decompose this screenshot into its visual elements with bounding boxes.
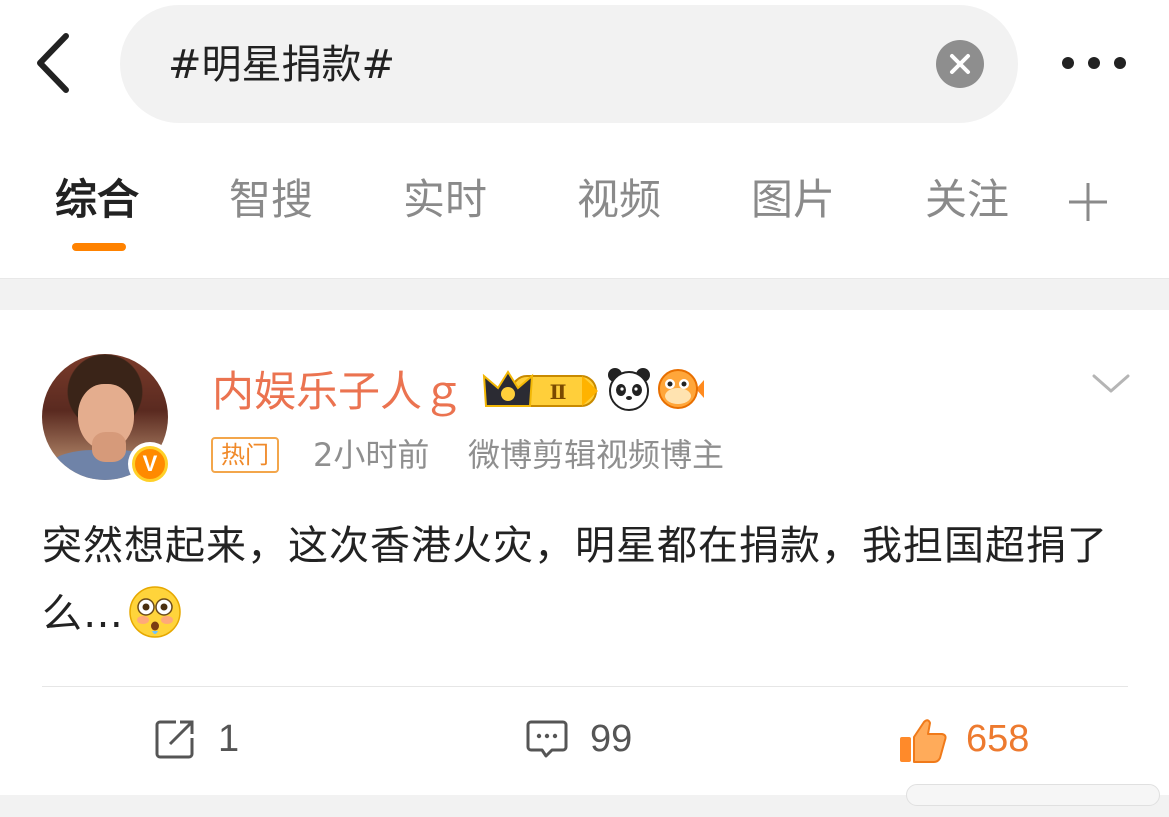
post-time: 2小时前 (313, 436, 430, 474)
scroll-indicator (906, 784, 1160, 806)
clear-search-button[interactable] (936, 40, 984, 88)
back-button[interactable] (28, 28, 80, 98)
more-dots-icon (1062, 57, 1126, 69)
thumbs-up-icon (900, 719, 947, 763)
avatar-hand-shape (92, 432, 126, 462)
comment-count: 99 (590, 718, 633, 760)
hot-tag: 热门 (211, 437, 279, 473)
search-tabs: 综合 智搜 实时 视频 图片 关注 (0, 150, 1169, 278)
clear-circle-icon (950, 54, 970, 74)
more-button[interactable] (1054, 40, 1134, 86)
chevron-left-icon (37, 33, 69, 93)
search-query[interactable]: #明星捐款# (168, 37, 395, 93)
crown-level-badge-icon[interactable]: Ⅱ (482, 366, 600, 414)
add-tab-button[interactable] (1066, 180, 1110, 224)
chevron-down-icon (1092, 374, 1130, 393)
tab-images[interactable]: 图片 (751, 170, 835, 230)
post-card[interactable]: V 内娱乐子人ｇ Ⅱ 热门 2小时前 微博剪辑视频博主 突然想起来，这次香港火灾… (0, 310, 1169, 795)
actions-divider (42, 686, 1128, 687)
tab-video[interactable]: 视频 (577, 170, 661, 230)
like-count: 658 (966, 718, 1030, 760)
top-bar: #明星捐款# (0, 0, 1169, 130)
post-text: 突然想起来，这次香港火灾，明星都在捐款，我担国超捐了么… (42, 523, 1108, 637)
crown-level-text: Ⅱ (550, 380, 567, 404)
verified-v-icon: V (132, 446, 168, 482)
tab-realtime[interactable]: 实时 (403, 170, 487, 230)
verified-badge: V (128, 442, 172, 486)
comment-button[interactable]: 99 (526, 714, 676, 764)
flushed-face-emoji-icon (129, 586, 181, 638)
post-body[interactable]: 突然想起来，这次香港火灾，明星都在捐款，我担国超捐了么… (42, 512, 1132, 648)
section-separator (0, 278, 1169, 310)
author-description: 微博剪辑视频博主 (468, 436, 725, 474)
tab-following[interactable]: 关注 (925, 170, 1009, 230)
share-count: 1 (218, 718, 240, 760)
post-options-button[interactable] (1090, 368, 1132, 398)
tab-comprehensive[interactable]: 综合 (55, 170, 139, 230)
comment-icon (526, 720, 568, 758)
plus-icon (1069, 183, 1107, 221)
tab-smart-search[interactable]: 智搜 (229, 170, 313, 230)
active-tab-indicator (72, 243, 126, 251)
pufferfish-icon (658, 369, 704, 409)
panda-icon (608, 368, 650, 411)
author-name[interactable]: 内娱乐子人ｇ (212, 364, 464, 420)
share-button[interactable]: 1 (154, 714, 254, 764)
like-button[interactable]: 658 (898, 714, 1058, 764)
share-icon (155, 720, 194, 759)
search-bar[interactable]: #明星捐款# (120, 5, 1018, 123)
